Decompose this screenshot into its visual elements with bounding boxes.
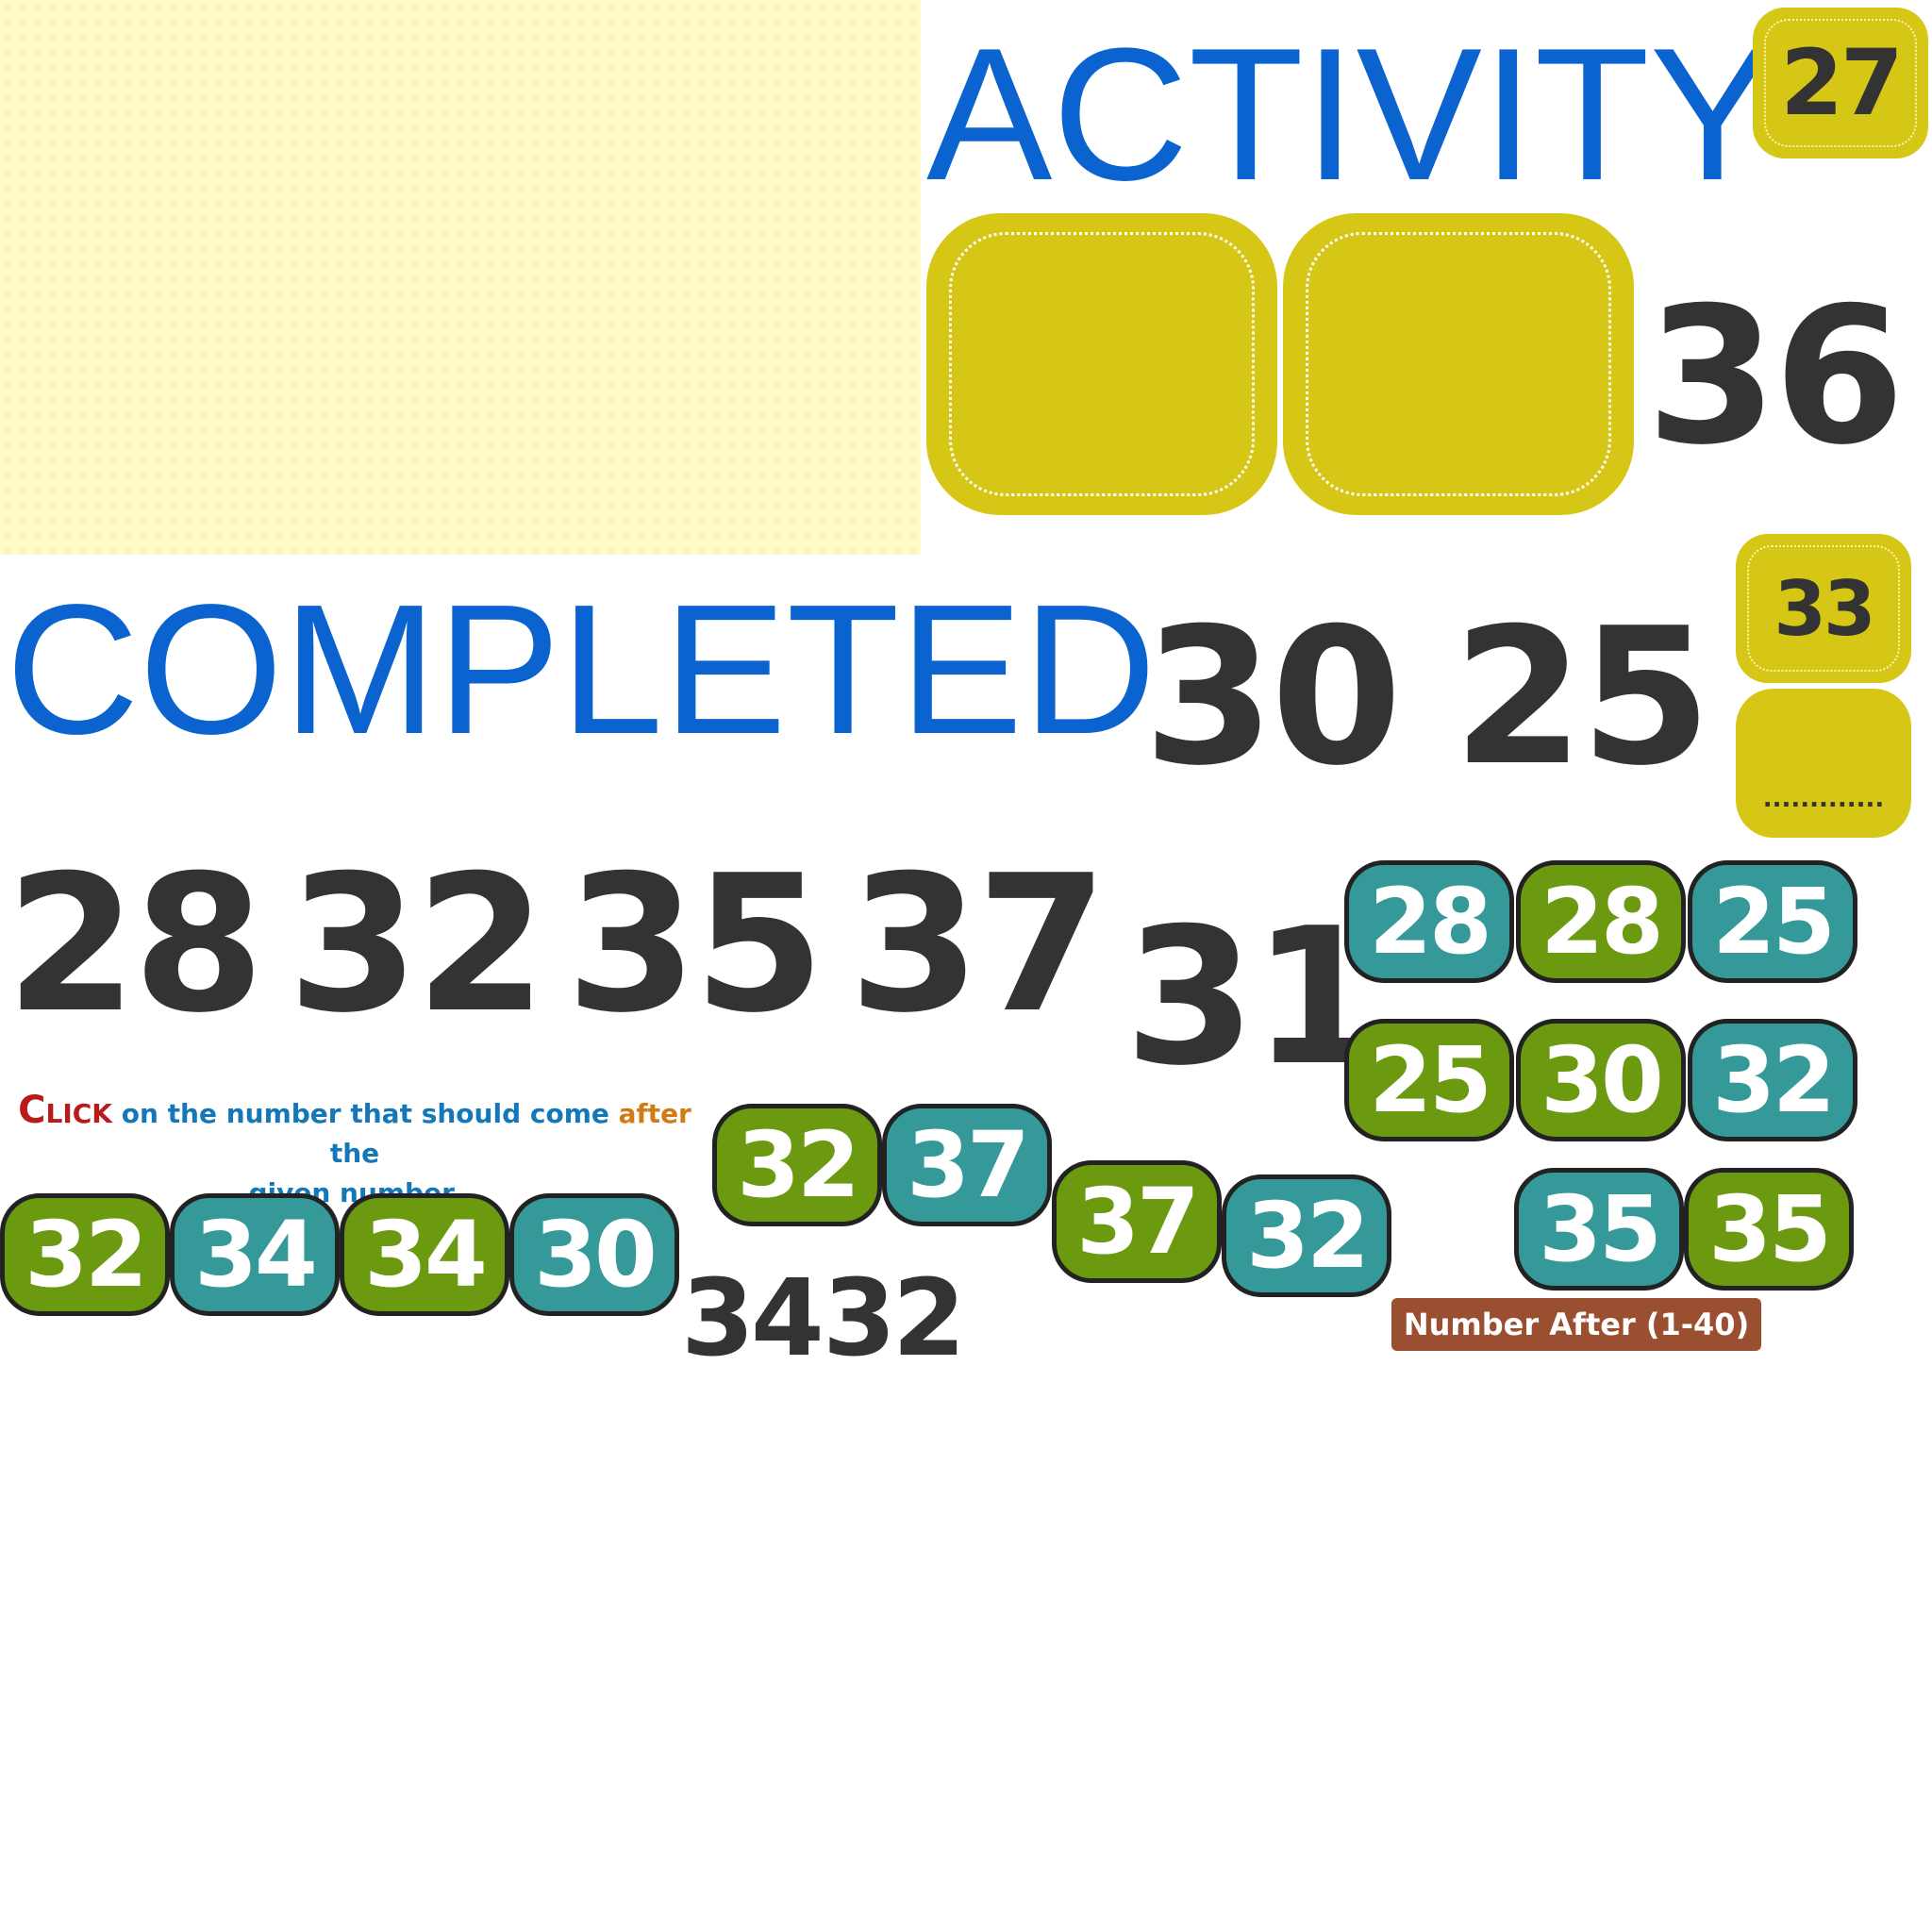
slot-dotted-border (949, 232, 1255, 496)
number-36: 36 (1646, 267, 1905, 487)
background-texture-panel (0, 0, 921, 555)
number-tile[interactable]: 34 (340, 1193, 509, 1316)
number-tile[interactable]: 28 (1344, 860, 1514, 983)
dots-text: ............. (1762, 785, 1885, 813)
small-number-badge: 33 (1736, 534, 1911, 683)
number-25: 25 (1453, 588, 1711, 808)
number-tile[interactable]: 34 (170, 1193, 340, 1316)
number-30: 30 (1143, 588, 1402, 808)
activity-label: ACTIVITY (926, 9, 1776, 220)
dotted-badge: ............. (1736, 689, 1911, 838)
number-tile[interactable]: 37 (882, 1104, 1052, 1226)
number-tile[interactable]: 30 (1516, 1019, 1686, 1141)
completed-label: COMPLETED (6, 566, 1157, 773)
instruction-after: after (618, 1098, 691, 1129)
number-tile[interactable]: 35 (1514, 1168, 1684, 1291)
number-tile[interactable]: 32 (1688, 1019, 1857, 1141)
number-34: 34 (681, 1257, 824, 1380)
number-tile[interactable]: 37 (1052, 1160, 1222, 1283)
number-tile[interactable]: 25 (1344, 1019, 1514, 1141)
answer-slot-left[interactable] (926, 213, 1277, 515)
slot-dotted-border (1306, 232, 1611, 496)
number-37: 37 (849, 835, 1108, 1055)
number-tile[interactable]: 28 (1516, 860, 1686, 983)
instruction-part1: on the number that should come (112, 1098, 619, 1129)
instruction-c: C (18, 1089, 46, 1132)
activity-number-badge: 27 (1753, 8, 1928, 158)
activity-tag: Number After (1-40) (1391, 1298, 1761, 1351)
number-tile[interactable]: 25 (1688, 860, 1857, 983)
instruction-lick: LICK (45, 1098, 112, 1129)
number-tile[interactable]: 35 (1684, 1168, 1854, 1291)
number-tile[interactable]: 30 (509, 1193, 679, 1316)
instruction-part2: the (329, 1138, 380, 1169)
number-32: 32 (288, 835, 546, 1055)
number-28: 28 (6, 835, 264, 1055)
number-32-small: 32 (823, 1257, 966, 1380)
badge-number: 33 (1774, 564, 1875, 653)
number-tile[interactable]: 32 (712, 1104, 882, 1226)
answer-slot-right[interactable] (1283, 213, 1634, 515)
number-31: 31 (1124, 888, 1383, 1108)
activity-number: 27 (1780, 30, 1904, 136)
number-tile[interactable]: 32 (0, 1193, 170, 1316)
number-tile[interactable]: 32 (1222, 1174, 1391, 1297)
number-35: 35 (566, 835, 824, 1055)
